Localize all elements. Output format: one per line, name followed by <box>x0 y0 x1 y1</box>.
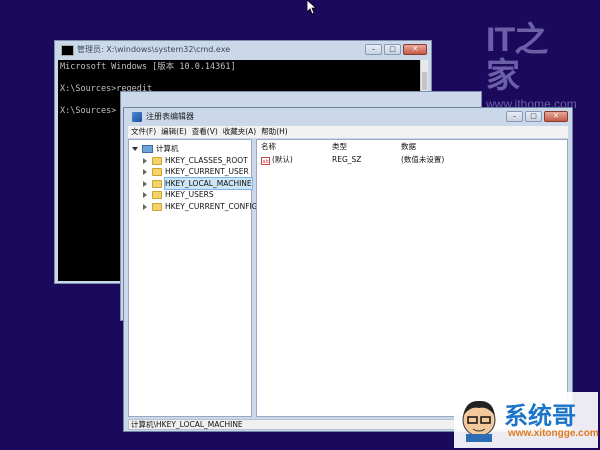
cmd-icon <box>61 45 74 56</box>
minimize-button[interactable]: – <box>506 111 523 122</box>
computer-icon <box>142 144 153 153</box>
expand-arrow-icon[interactable] <box>142 191 148 198</box>
string-value-icon: ab <box>261 157 270 165</box>
regedit-title: 注册表编辑器 <box>146 112 194 121</box>
folder-icon <box>152 190 162 199</box>
scrollbar-thumb[interactable] <box>422 72 427 90</box>
expand-arrow-icon[interactable] <box>142 180 148 187</box>
close-button[interactable]: ✕ <box>544 111 568 122</box>
cmd-titlebar[interactable]: 管理员: X:\windows\system32\cmd.exe – □ ✕ <box>55 41 431 59</box>
menu-file[interactable]: 文件(F) <box>131 126 156 138</box>
expand-arrow-icon[interactable] <box>142 168 148 175</box>
value-name: (默认) <box>272 155 293 164</box>
tree-item-hkey-local-machine[interactable]: HKEY_LOCAL_MACHINE <box>142 177 253 190</box>
xitongge-url: www.xitongge.com <box>508 428 599 439</box>
xitongge-watermark: 系统哥 www.xitongge.com <box>454 392 599 448</box>
console-line: Microsoft Windows [版本 10.0.14361] <box>60 62 236 72</box>
menu-help[interactable]: 帮助(H) <box>261 126 288 138</box>
folder-icon <box>152 202 162 211</box>
ithome-logo: IT之家 <box>486 21 548 95</box>
tree-item-computer[interactable]: 计算机 <box>132 143 179 154</box>
tree-item-hkey-current-user[interactable]: HKEY_CURRENT_USER <box>142 166 249 177</box>
tree-label: HKEY_CURRENT_CONFIG <box>165 202 258 211</box>
tree-item-hkey-current-config[interactable]: HKEY_CURRENT_CONFIG <box>142 201 258 212</box>
menu-favorites[interactable]: 收藏夹(A) <box>223 126 256 138</box>
menu-edit[interactable]: 编辑(E) <box>161 126 187 138</box>
regedit-icon <box>132 112 142 122</box>
cmd-title: 管理员: X:\windows\system32\cmd.exe <box>77 45 231 54</box>
xitongge-name: 系统哥 <box>504 402 576 430</box>
mouse-cursor-icon <box>307 0 317 14</box>
ithome-watermark: IT之家 www.ithome.com <box>486 22 577 111</box>
values-list[interactable]: 名称 类型 数据 ab (默认) REG_SZ (数值未设置) <box>256 139 568 417</box>
collapse-arrow-icon[interactable] <box>132 146 138 152</box>
column-header-data[interactable]: 数据 <box>401 142 416 152</box>
tree-item-hkey-users[interactable]: HKEY_USERS <box>142 189 214 200</box>
tree-label: HKEY_CURRENT_USER <box>165 167 249 176</box>
menu-bar: 文件(F) 编辑(E) 查看(V) 收藏夹(A) 帮助(H) <box>128 126 568 138</box>
maximize-button[interactable]: □ <box>525 111 542 122</box>
column-header-type[interactable]: 类型 <box>332 142 347 152</box>
minimize-button[interactable]: – <box>365 44 382 55</box>
expand-arrow-icon[interactable] <box>142 203 148 210</box>
expand-arrow-icon[interactable] <box>142 157 148 164</box>
column-header-name[interactable]: 名称 <box>261 142 276 152</box>
folder-icon <box>152 156 162 165</box>
folder-icon <box>152 167 162 176</box>
tree-label: 计算机 <box>156 144 179 153</box>
value-row-data: (数值未设置) <box>401 155 445 164</box>
value-row-type: REG_SZ <box>332 155 362 164</box>
menu-view[interactable]: 查看(V) <box>192 126 218 138</box>
mascot-icon <box>462 400 496 442</box>
folder-icon <box>152 179 162 188</box>
tree-label: HKEY_USERS <box>165 190 214 199</box>
close-button[interactable]: ✕ <box>403 44 427 55</box>
value-row-name[interactable]: ab (默认) <box>261 154 293 165</box>
tree-label-selected: HKEY_LOCAL_MACHINE <box>164 177 253 190</box>
maximize-button[interactable]: □ <box>384 44 401 55</box>
registry-tree[interactable]: 计算机 HKEY_CLASSES_ROOT HKEY_CURRENT_USER … <box>128 139 258 417</box>
tree-item-hkey-classes-root[interactable]: HKEY_CLASSES_ROOT <box>142 155 248 166</box>
regedit-titlebar[interactable]: 注册表编辑器 – □ ✕ <box>124 108 572 126</box>
regedit-window[interactable]: 注册表编辑器 – □ ✕ 文件(F) 编辑(E) 查看(V) 收藏夹(A) 帮助… <box>123 107 573 432</box>
tree-label: HKEY_CLASSES_ROOT <box>165 156 248 165</box>
